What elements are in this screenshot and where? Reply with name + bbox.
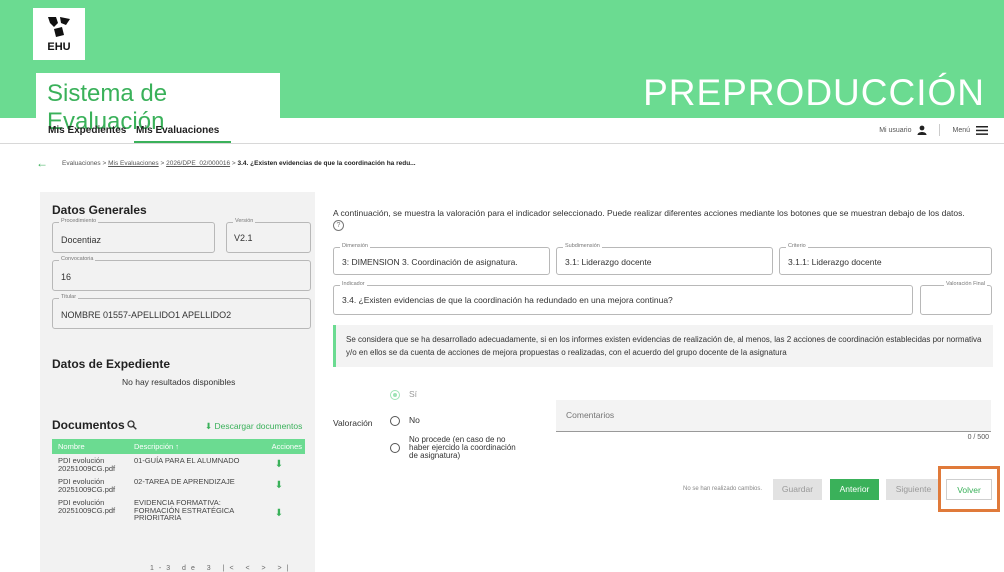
radio-no[interactable] [390, 416, 400, 426]
valoracion-label: Valoración [333, 418, 373, 428]
column-header-nombre[interactable]: Nombre [52, 439, 128, 454]
comments-counter: 0 / 500 [967, 434, 989, 441]
version-field: Versión V2.1 [226, 218, 311, 253]
app-title-box: Sistema de Evaluación [33, 73, 280, 135]
breadcrumb-separator: > [160, 160, 165, 167]
titular-value: NOMBRE 01557-APELLIDO1 APELLIDO2 [61, 310, 232, 320]
criteria-callout: Se considera que se ha desarrollado adec… [333, 325, 993, 367]
datos-generales-title: Datos Generales [52, 203, 147, 217]
download-icon[interactable]: ⬇ [250, 454, 305, 475]
user-icon[interactable] [917, 125, 927, 135]
guardar-button[interactable]: Guardar [773, 479, 822, 500]
nav-divider [939, 124, 941, 136]
table-row: PDI evolución 20251009CG.pdf 01-GUÍA PAR… [52, 454, 305, 475]
breadcrumb-link-evaluaciones[interactable]: Mis Evaluaciones [108, 160, 159, 167]
comments-box [556, 400, 991, 432]
main-nav: Mis Expedientes Mis Evaluaciones Mi usua… [0, 118, 1004, 144]
criterio-field: Criterio 3.1.1: Liderazgo docente [779, 243, 992, 275]
hamburger-menu-icon[interactable] [976, 125, 988, 135]
procedimiento-field: Procedimiento Docentiaz [52, 218, 215, 253]
convocatoria-label: Convocatoria [59, 256, 96, 262]
column-header-acciones: Acciones [250, 439, 305, 454]
procedimiento-label: Procedimiento [59, 218, 99, 224]
column-header-descripcion[interactable]: Descripción ↑ [128, 439, 250, 454]
subdimension-value: 3.1: Liderazgo docente [565, 257, 652, 267]
subdimension-label: Subdimensión [563, 243, 602, 249]
intro-text: A continuación, se muestra la valoración… [333, 208, 965, 218]
valoracion-final-label: Valoración Final [943, 281, 987, 287]
volver-highlight-box [938, 466, 1000, 512]
table-header-row: Nombre Descripción ↑ Acciones [52, 439, 305, 454]
breadcrumb-link-expediente[interactable]: 2026/DPE_02/000016 [166, 160, 230, 167]
ehu-logo[interactable]: EHU [33, 8, 85, 60]
download-icon[interactable]: ⬇ [250, 496, 305, 525]
radio-si-label[interactable]: Sí [409, 389, 417, 399]
indicador-field: Indicador 3.4. ¿Existen evidencias de qu… [333, 281, 913, 315]
siguiente-button[interactable]: Siguiente [886, 479, 941, 500]
table-pagination[interactable]: 1-3 de 3 |< < > >| [150, 565, 293, 572]
back-arrow-icon[interactable]: ← [36, 156, 48, 170]
download-all-link[interactable]: ⬇ Descargar documentos [205, 421, 302, 432]
doc-description: EVIDENCIA FORMATIVA: FORMACIÓN ESTRATÉGI… [134, 498, 234, 522]
dimension-label: Dimensión [340, 243, 370, 249]
table-row: PDI evolución 20251009CG.pdf 02-TAREA DE… [52, 475, 305, 496]
breadcrumb-root[interactable]: Evaluaciones [62, 160, 101, 167]
header-band: EHU Sistema de Evaluación PREPRODUCCIÓN [0, 0, 1004, 135]
procedimiento-value: Docentiaz [61, 235, 102, 245]
datos-expediente-title: Datos de Expediente [52, 357, 171, 371]
search-icon[interactable] [127, 420, 137, 430]
download-icon[interactable]: ⬇ [250, 475, 305, 496]
nav-right: Mi usuario Menú [879, 124, 988, 136]
indicador-value: 3.4. ¿Existen evidencias de que la coord… [342, 295, 673, 305]
indicador-label: Indicador [340, 281, 367, 287]
anterior-button[interactable]: Anterior [830, 479, 879, 500]
subdimension-field: Subdimensión 3.1: Liderazgo docente [556, 243, 773, 275]
breadcrumb-separator: > [102, 160, 107, 167]
tab-mis-expedientes[interactable]: Mis Expedientes [48, 125, 126, 136]
logo-text: EHU [47, 41, 71, 53]
radio-no-procede[interactable] [390, 443, 400, 453]
convocatoria-field: Convocatoria 16 [52, 256, 311, 291]
radio-si[interactable] [390, 390, 400, 400]
dimension-field: Dimensión 3: DIMENSION 3. Coordinación d… [333, 243, 550, 275]
doc-description: 01-GUÍA PARA EL ALUMNADO [134, 456, 240, 465]
doc-name: PDI evolución 20251009CG.pdf [58, 477, 116, 494]
status-message: No se han realizado cambios. [683, 486, 763, 492]
breadcrumb-current: 3.4. ¿Existen evidencias de que la coord… [237, 160, 416, 167]
dimension-value: 3: DIMENSION 3. Coordinación de asignatu… [342, 257, 518, 267]
environment-title: PREPRODUCCIÓN [643, 72, 985, 113]
criterio-value: 3.1.1: Liderazgo docente [788, 257, 882, 267]
convocatoria-value: 16 [61, 272, 72, 282]
version-value: V2.1 [234, 233, 253, 243]
documents-table: Nombre Descripción ↑ Acciones PDI evoluc… [52, 439, 305, 525]
version-label: Versión [233, 218, 256, 224]
doc-description: 02-TAREA DE APRENDIZAJE [134, 477, 235, 486]
menu-label[interactable]: Menú [952, 127, 970, 134]
doc-name: PDI evolución 20251009CG.pdf [58, 456, 116, 473]
titular-field: Titular NOMBRE 01557-APELLIDO1 APELLIDO2 [52, 294, 311, 329]
help-icon[interactable]: ? [333, 220, 344, 231]
download-all-label: Descargar documentos [214, 421, 303, 431]
criterio-label: Criterio [786, 243, 808, 249]
table-row: PDI evolución 20251009CG.pdf EVIDENCIA F… [52, 496, 305, 525]
comments-textarea[interactable] [556, 400, 991, 431]
documentos-title: Documentos [52, 418, 125, 432]
titular-label: Titular [59, 294, 79, 300]
radio-no-procede-label[interactable]: No procede (en caso de no haber ejercido… [409, 436, 519, 460]
radio-no-label[interactable]: No [409, 415, 420, 425]
doc-name: PDI evolución 20251009CG.pdf [58, 498, 116, 515]
valoracion-final-field: Valoración Final [920, 281, 992, 315]
expediente-empty-text: No hay resultados disponibles [122, 377, 236, 387]
user-menu-label[interactable]: Mi usuario [879, 127, 911, 134]
ehu-logo-icon [48, 17, 70, 37]
breadcrumb-separator: > [231, 160, 236, 167]
download-icon: ⬇ [205, 421, 213, 431]
tab-mis-evaluaciones[interactable]: Mis Evaluaciones [133, 125, 232, 143]
